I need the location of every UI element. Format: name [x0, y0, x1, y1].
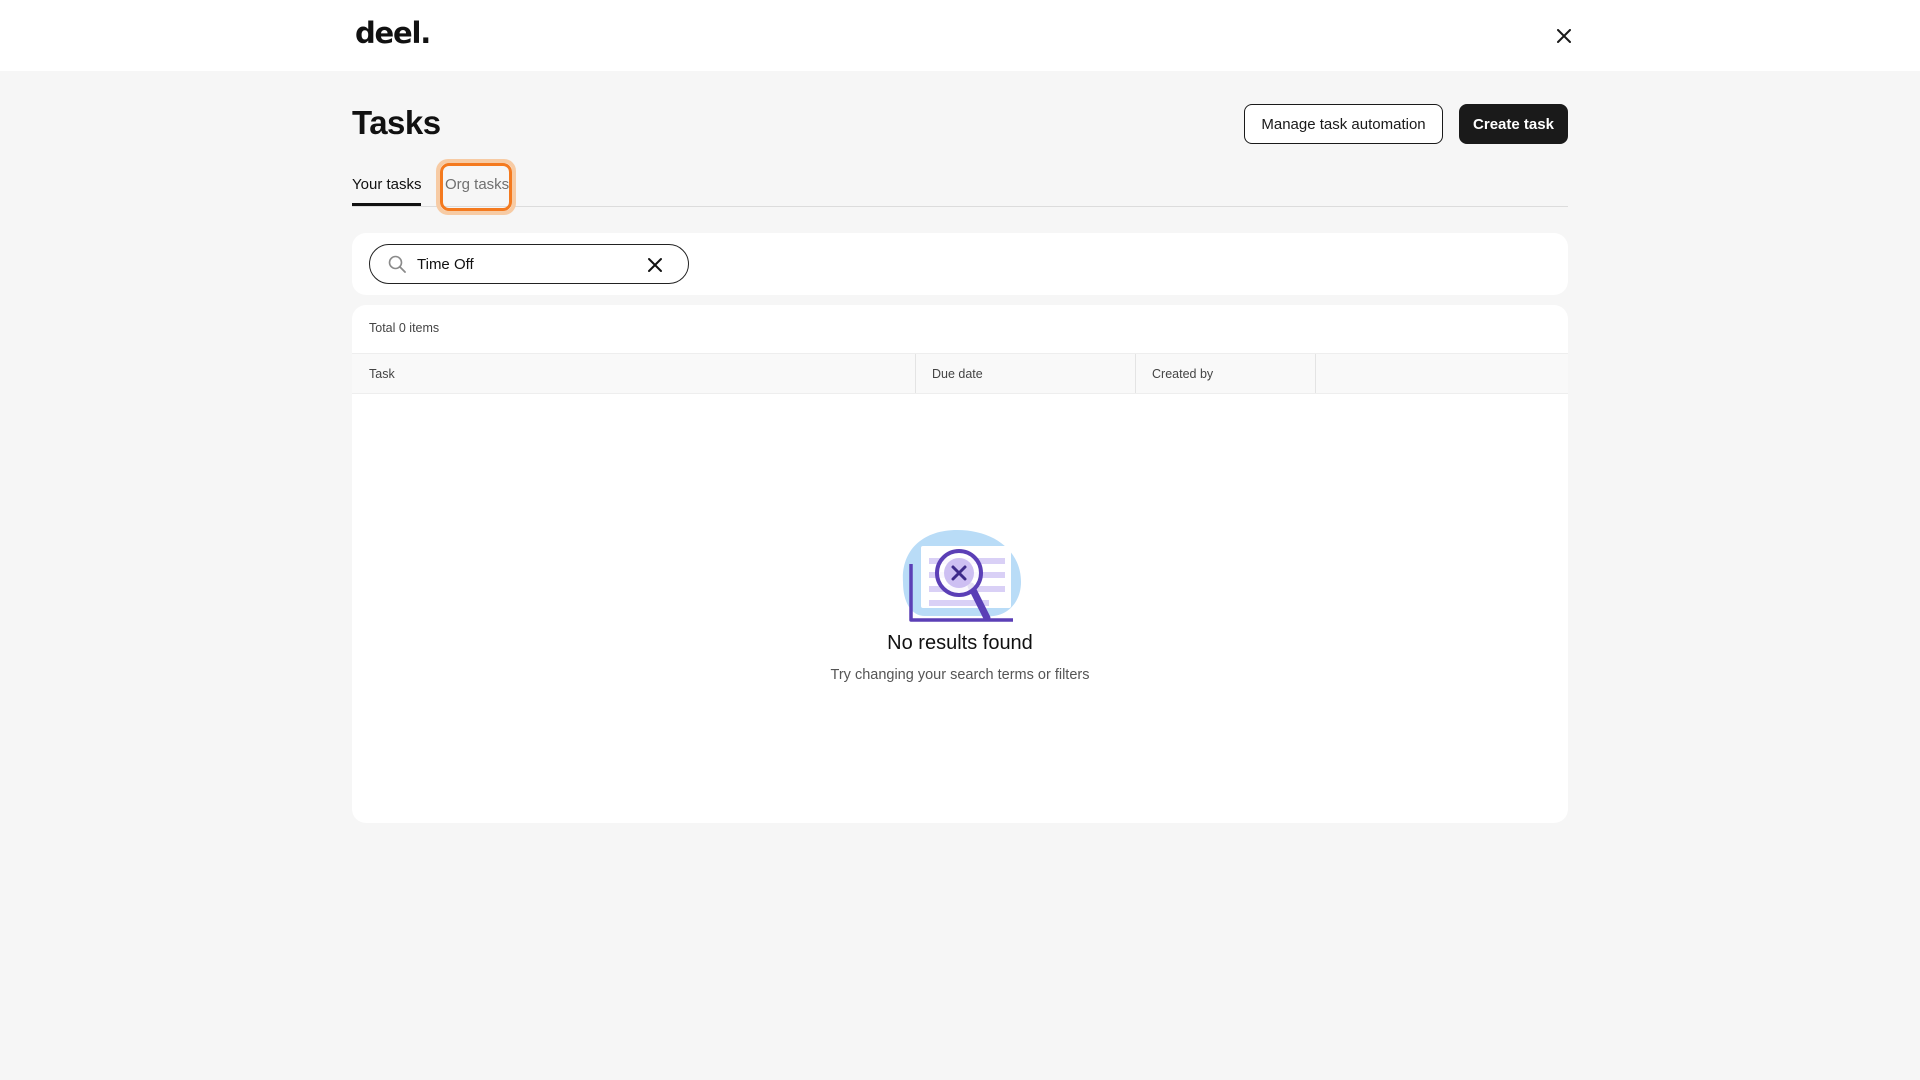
column-header-due-date[interactable]: Due date: [916, 354, 1136, 393]
search-input[interactable]: [417, 252, 637, 276]
create-task-button[interactable]: Create task: [1459, 104, 1568, 144]
tab-org-tasks[interactable]: Org tasks: [445, 176, 509, 193]
search-field[interactable]: [369, 244, 689, 284]
search-icon: [388, 255, 406, 273]
empty-state-title: No results found: [887, 632, 1033, 654]
column-header-actions: [1316, 354, 1568, 393]
top-bar: deel.: [0, 0, 1920, 71]
close-icon: [1557, 29, 1571, 43]
tab-your-tasks[interactable]: Your tasks: [352, 176, 422, 193]
close-button[interactable]: [1548, 20, 1580, 52]
manage-task-automation-button[interactable]: Manage task automation: [1244, 104, 1443, 144]
no-results-illustration: [902, 530, 1021, 622]
page-title: Tasks: [352, 104, 441, 141]
total-items-count: Total 0 items: [369, 321, 440, 335]
deel-logo[interactable]: deel.: [355, 16, 431, 50]
tasks-table: Total 0 items Task Due date Created by N…: [352, 305, 1568, 823]
column-header-created-by[interactable]: Created by: [1136, 354, 1316, 393]
tabs-divider: [352, 206, 1568, 207]
empty-state-subtitle: Try changing your search terms or filter…: [830, 667, 1090, 683]
active-tab-indicator: [352, 203, 421, 206]
clear-search-icon[interactable]: [645, 255, 665, 275]
column-header-task[interactable]: Task: [352, 354, 916, 393]
table-header: Task Due date Created by: [352, 353, 1568, 394]
